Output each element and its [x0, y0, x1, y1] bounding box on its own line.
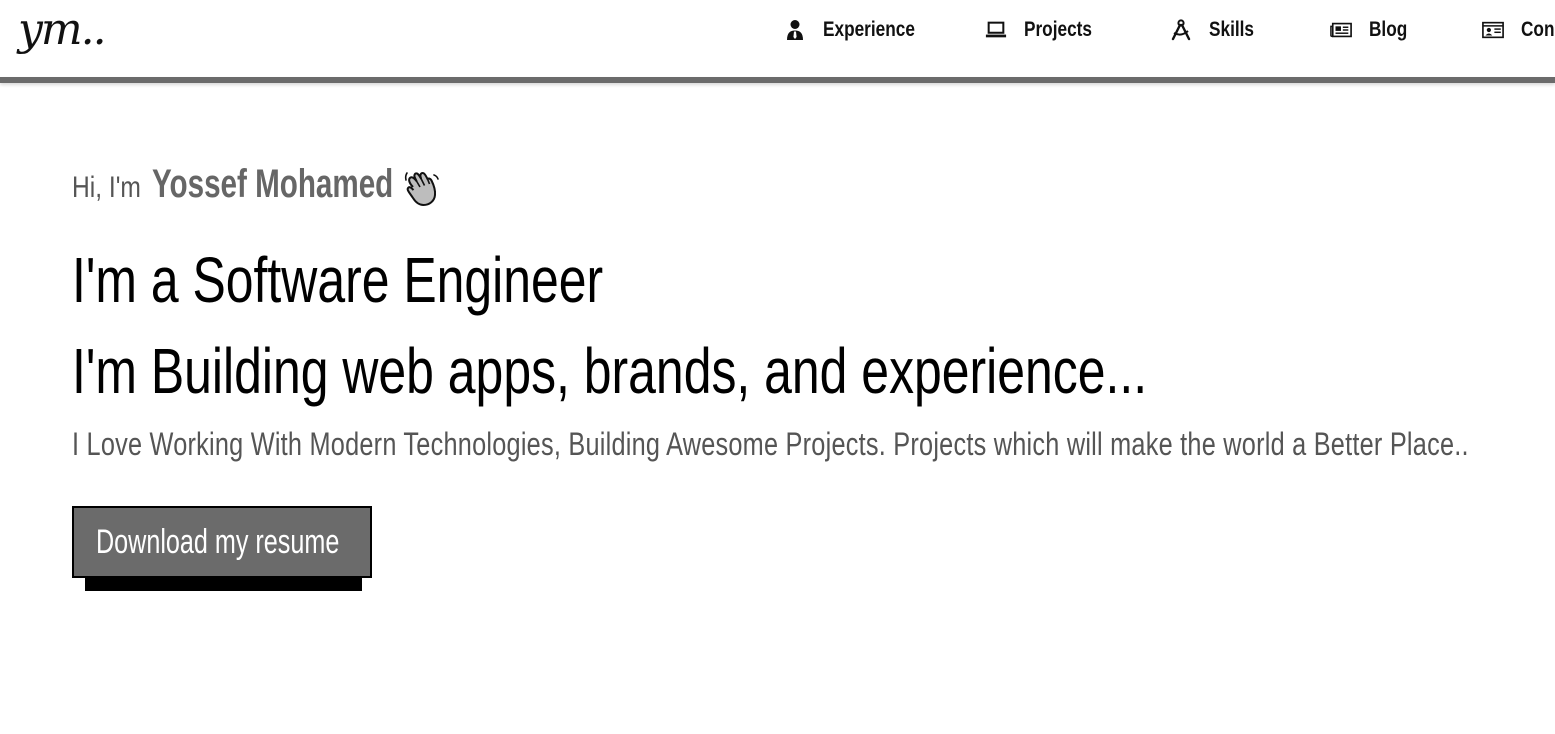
waving-hand-icon	[404, 170, 440, 208]
user-tie-icon	[784, 19, 806, 41]
headline-building: I'm Building web apps, brands, and exper…	[72, 335, 1148, 407]
download-resume-label: Download my resume	[96, 522, 340, 561]
download-resume-button[interactable]: Download my resume	[72, 506, 372, 578]
greeting-prefix: Hi, I'm	[72, 171, 141, 204]
author-name: Yossef Mohamed	[152, 162, 394, 206]
newspaper-icon	[1330, 19, 1352, 41]
nav-item-contact[interactable]: Con	[1482, 16, 1555, 44]
nav-item-projects[interactable]: Projects	[985, 16, 1107, 44]
site-header: ym.. Experience Projects Skills Blog Con	[0, 0, 1555, 77]
header-accent-bar	[0, 77, 1555, 83]
drafting-compass-icon	[1170, 19, 1192, 41]
hero-tagline: I Love Working With Modern Technologies,…	[72, 426, 1469, 462]
nav-item-skills[interactable]: Skills	[1170, 16, 1264, 44]
nav-item-blog[interactable]: Blog	[1330, 16, 1416, 44]
laptop-icon	[985, 19, 1007, 41]
nav-label-projects: Projects	[1024, 18, 1092, 41]
greeting: Hi, I'm Yossef Mohamed	[72, 162, 400, 212]
site-logo[interactable]: ym..	[18, 4, 107, 56]
nav-label-skills: Skills	[1209, 18, 1254, 41]
nav-label-blog: Blog	[1369, 18, 1408, 41]
nav-label-contact: Con	[1521, 18, 1555, 41]
nav-label-experience: Experience	[823, 18, 915, 41]
contact-card-icon	[1482, 19, 1504, 41]
nav-item-experience[interactable]: Experience	[784, 16, 935, 44]
headline-role: I'm a Software Engineer	[72, 244, 604, 316]
